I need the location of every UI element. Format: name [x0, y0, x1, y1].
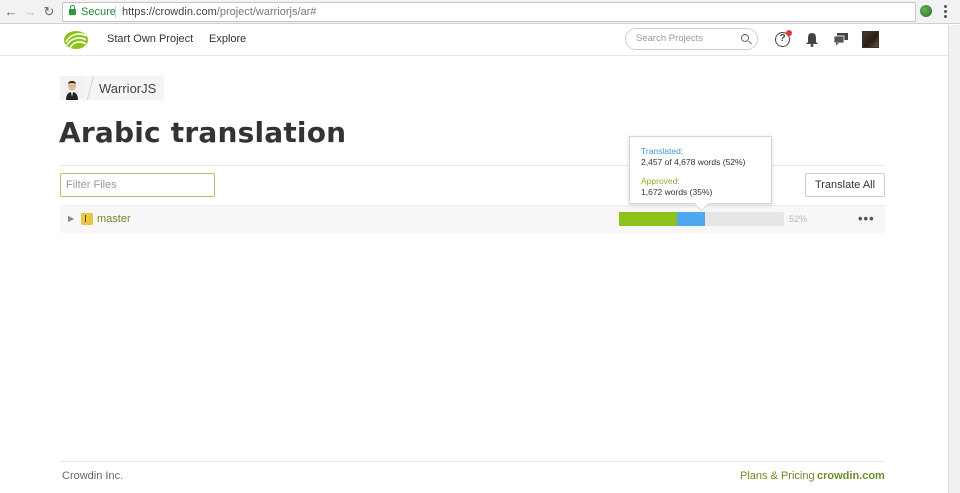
translated-progress: [677, 212, 705, 226]
url-scheme: https://: [122, 6, 156, 18]
footer-divider: [60, 461, 885, 462]
breadcrumb-separator: [86, 76, 95, 100]
messages-icon[interactable]: [833, 32, 849, 46]
url-text: https://crowdin.com/project/warriorjs/ar…: [122, 3, 316, 21]
search-icon[interactable]: [741, 34, 749, 42]
browser-menu-icon[interactable]: [944, 5, 948, 19]
branch-name-link[interactable]: master: [97, 213, 131, 225]
extension-icon[interactable]: [920, 5, 932, 17]
secure-label: Secure: [81, 6, 116, 18]
filter-files-input[interactable]: [60, 173, 215, 197]
url-host: crowdin.com: [155, 6, 217, 18]
branch-icon: [81, 213, 93, 225]
more-options-icon[interactable]: •••: [858, 212, 875, 225]
expand-caret-icon[interactable]: ▶: [68, 214, 74, 223]
search-placeholder: Search Projects: [636, 33, 704, 44]
bell-icon[interactable]: [805, 32, 819, 47]
user-avatar[interactable]: [862, 31, 879, 48]
address-separator: [115, 6, 116, 18]
page-scrollbar[interactable]: [948, 25, 960, 493]
app-header: Start Own Project Explore Search Project…: [0, 25, 948, 56]
nav-start-own-project[interactable]: Start Own Project: [107, 33, 193, 45]
lock-icon: [69, 5, 76, 16]
notification-dot-icon: [786, 30, 792, 36]
forward-arrow-icon[interactable]: →: [22, 4, 38, 20]
breadcrumb-project-link[interactable]: WarriorJS: [99, 81, 156, 96]
footer-site-link[interactable]: crowdin.com: [817, 470, 885, 482]
url-path: /project/warriorjs/ar#: [216, 6, 317, 18]
browser-toolbar: ← → ↻ Secure https://crowdin.com/project…: [0, 0, 960, 24]
crowdin-logo-icon[interactable]: [62, 30, 88, 50]
translation-progress-bar[interactable]: [619, 212, 784, 226]
footer-company: Crowdin Inc.: [62, 470, 124, 482]
translate-all-button[interactable]: Translate All: [805, 173, 885, 197]
page-title: Arabic translation: [59, 116, 347, 149]
progress-percent: 52%: [789, 214, 808, 224]
tooltip-translated-label: Translated:: [641, 146, 684, 156]
project-avatar[interactable]: [60, 76, 84, 100]
reload-icon[interactable]: ↻: [41, 4, 57, 20]
tooltip-approved-label: Approved:: [641, 176, 680, 186]
nav-explore[interactable]: Explore: [209, 33, 246, 45]
tooltip-approved-value: 1,672 words (35%): [641, 187, 713, 197]
progress-tooltip: Translated: 2,457 of 4,678 words (52%) A…: [629, 136, 772, 204]
search-projects-input[interactable]: Search Projects: [625, 28, 758, 50]
breadcrumb: WarriorJS: [60, 76, 165, 100]
footer-plans-link[interactable]: Plans & Pricing: [740, 470, 815, 482]
approved-progress: [619, 212, 677, 226]
tooltip-translated-value: 2,457 of 4,678 words (52%): [641, 157, 746, 167]
file-row[interactable]: ▶ master 52% •••: [60, 205, 885, 233]
person-avatar-icon: [60, 76, 84, 100]
back-arrow-icon[interactable]: ←: [3, 4, 19, 20]
address-bar[interactable]: Secure https://crowdin.com/project/warri…: [62, 2, 960, 22]
